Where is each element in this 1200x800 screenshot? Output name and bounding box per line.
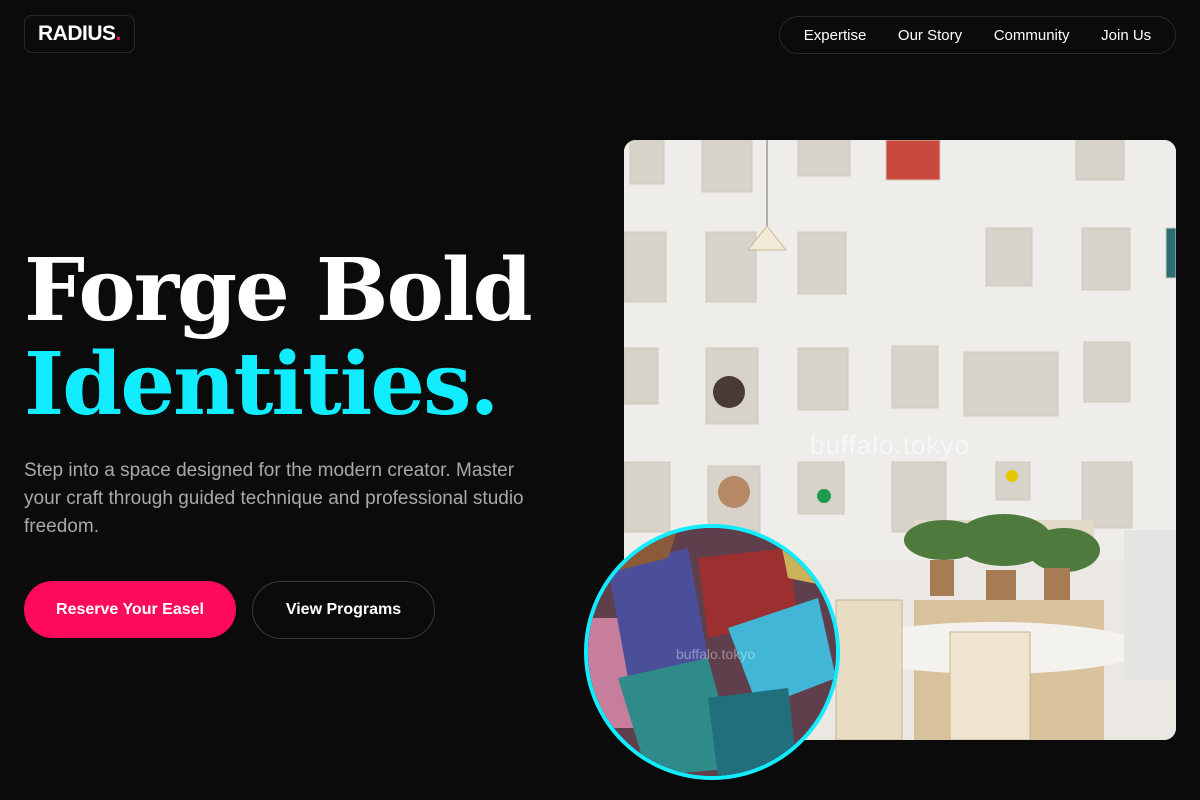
main-nav: Expertise Our Story Community Join Us bbox=[779, 16, 1176, 54]
nav-link-expertise[interactable]: Expertise bbox=[804, 27, 867, 44]
hero-title-line2: Identities. bbox=[24, 334, 499, 435]
view-programs-button[interactable]: View Programs bbox=[252, 581, 435, 639]
hero-description: Step into a space designed for the moder… bbox=[24, 460, 524, 537]
nav-link-community[interactable]: Community bbox=[994, 27, 1070, 44]
hero-title: Forge Bold Identities. bbox=[24, 244, 533, 435]
nav-link-our-story[interactable]: Our Story bbox=[898, 27, 962, 44]
studio-watermark: buffalo.tokyo bbox=[810, 430, 970, 460]
nav-link-join-us[interactable]: Join Us bbox=[1101, 27, 1151, 44]
brushes-photo: buffalo.tokyo bbox=[584, 524, 840, 780]
brand-name: RADIUS bbox=[38, 22, 116, 45]
brand-dot: . bbox=[115, 22, 122, 45]
brand-logo[interactable]: RADIUS. bbox=[24, 15, 135, 53]
reserve-easel-button[interactable]: Reserve Your Easel bbox=[24, 581, 236, 638]
brushes-watermark: buffalo.tokyo bbox=[676, 646, 756, 662]
hero-title-line1: Forge Bold bbox=[24, 240, 533, 341]
